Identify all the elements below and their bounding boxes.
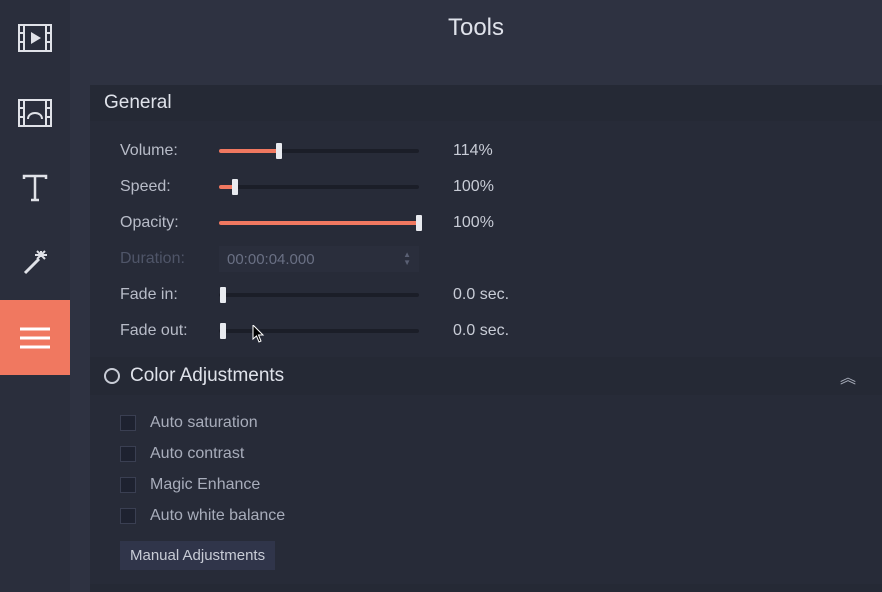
row-duration: Duration: 00:00:04.000 ▲▼: [120, 241, 852, 277]
label-volume: Volume:: [120, 142, 205, 160]
slider-fadein-thumb[interactable]: [220, 287, 226, 303]
checkbox-icon[interactable]: [120, 508, 136, 524]
slider-volume[interactable]: [219, 149, 419, 153]
checkbox-icon[interactable]: [120, 415, 136, 431]
sidebar-item-magic[interactable]: [0, 225, 70, 300]
row-speed: Speed: 100%: [120, 169, 852, 205]
slider-fadeout[interactable]: [219, 329, 419, 333]
section-color-header[interactable]: Color Adjustments ︽: [90, 357, 882, 395]
radio-color-icon[interactable]: [104, 368, 120, 384]
check-auto-saturation[interactable]: Auto saturation: [120, 407, 852, 438]
check-auto-contrast[interactable]: Auto contrast: [120, 438, 852, 469]
section-crop-header[interactable]: Crop ︾: [90, 584, 882, 592]
page-title: Tools: [70, 0, 882, 55]
mouse-cursor-icon: [252, 325, 266, 343]
main: Tools General Volume: 114% Speed:: [70, 0, 882, 592]
slider-fadeout-thumb[interactable]: [220, 323, 226, 339]
label-opacity: Opacity:: [120, 214, 205, 232]
panel: General Volume: 114% Speed:: [90, 85, 882, 592]
filmstrip-icon: [18, 99, 52, 127]
sidebar-item-media[interactable]: [0, 0, 70, 75]
slider-opacity-thumb[interactable]: [416, 215, 422, 231]
text-icon: [20, 173, 50, 203]
label-speed: Speed:: [120, 178, 205, 196]
row-volume: Volume: 114%: [120, 133, 852, 169]
slider-speed-thumb[interactable]: [232, 179, 238, 195]
row-opacity: Opacity: 100%: [120, 205, 852, 241]
row-fadein: Fade in: 0.0 sec.: [120, 277, 852, 313]
section-color-title: Color Adjustments: [130, 365, 284, 387]
duration-stepper: ▲▼: [403, 251, 411, 267]
value-speed: 100%: [433, 178, 523, 196]
sidebar: [0, 0, 70, 592]
check-label: Auto white balance: [150, 507, 285, 525]
sidebar-item-tools[interactable]: [0, 300, 70, 375]
section-color-body: Auto saturation Auto contrast Magic Enha…: [90, 395, 882, 584]
slider-speed[interactable]: [219, 185, 419, 189]
content: General Volume: 114% Speed:: [70, 55, 882, 592]
value-fadein: 0.0 sec.: [433, 286, 523, 304]
value-fadeout: 0.0 sec.: [433, 322, 523, 340]
menu-lines-icon: [18, 326, 52, 350]
label-fadeout: Fade out:: [120, 322, 205, 340]
row-fadeout: Fade out: 0.0 sec.: [120, 313, 852, 349]
checkbox-icon[interactable]: [120, 446, 136, 462]
slider-opacity-fill: [219, 221, 419, 225]
film-play-icon: [18, 24, 52, 52]
check-magic-enhance[interactable]: Magic Enhance: [120, 469, 852, 500]
slider-fadein[interactable]: [219, 293, 419, 297]
label-duration: Duration:: [120, 250, 205, 268]
slider-volume-thumb[interactable]: [276, 143, 282, 159]
sidebar-item-crop[interactable]: [0, 75, 70, 150]
section-general-header: General: [90, 85, 882, 121]
sidebar-item-text[interactable]: [0, 150, 70, 225]
check-label: Auto saturation: [150, 414, 258, 432]
magic-wand-icon: [19, 247, 51, 279]
value-opacity: 100%: [433, 214, 523, 232]
duration-value: 00:00:04.000: [227, 251, 315, 268]
duration-input: 00:00:04.000 ▲▼: [219, 246, 419, 272]
checkbox-icon[interactable]: [120, 477, 136, 493]
label-fadein: Fade in:: [120, 286, 205, 304]
chevron-up-icon: ︽: [840, 364, 856, 388]
check-auto-white-balance[interactable]: Auto white balance: [120, 500, 852, 531]
check-label: Magic Enhance: [150, 476, 260, 494]
manual-adjustments-button[interactable]: Manual Adjustments: [120, 541, 275, 570]
value-volume: 114%: [433, 142, 523, 160]
slider-opacity[interactable]: [219, 221, 419, 225]
check-label: Auto contrast: [150, 445, 244, 463]
section-general-body: Volume: 114% Speed: 100% O: [90, 121, 882, 357]
slider-volume-fill: [219, 149, 279, 153]
